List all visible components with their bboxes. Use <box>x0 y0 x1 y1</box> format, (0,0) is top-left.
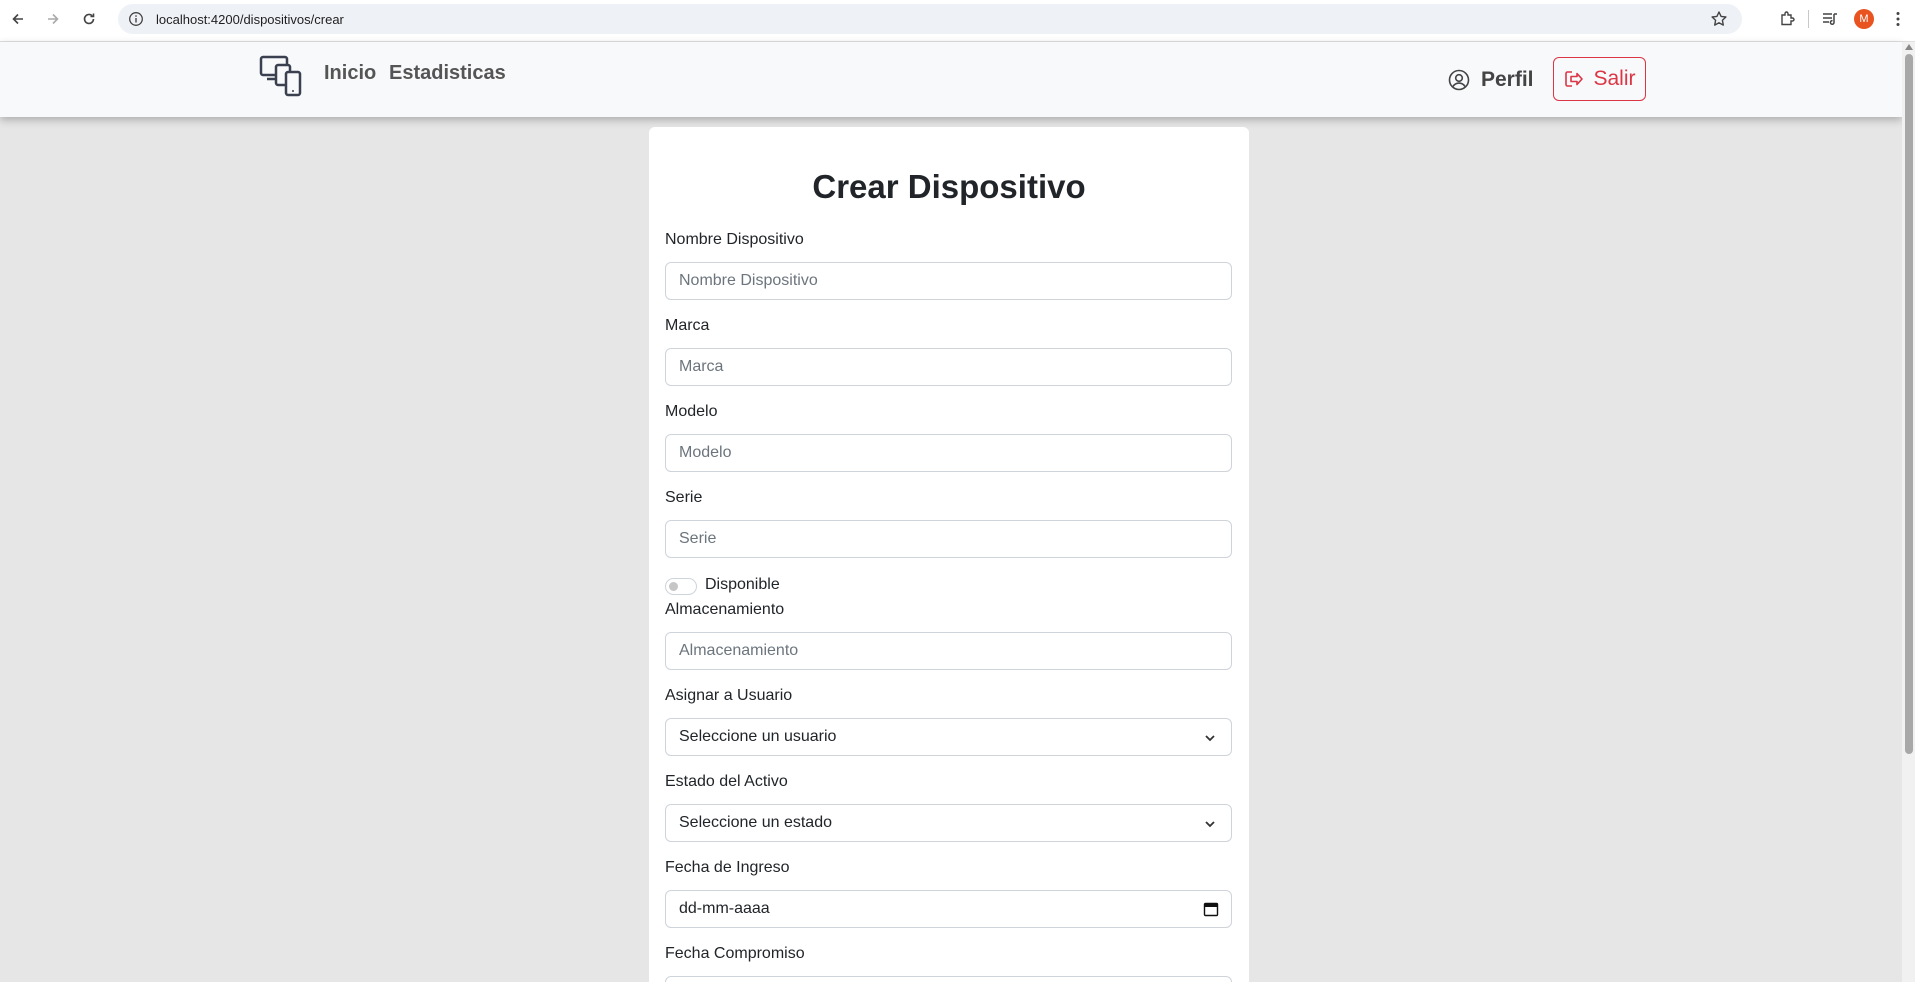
url-text: localhost:4200/dispositivos/crear <box>156 11 344 27</box>
estado-selected-value: Seleccione un estado <box>679 814 832 831</box>
disponible-label[interactable]: Disponible <box>705 576 780 594</box>
bookmark-star-icon[interactable] <box>1710 10 1728 28</box>
kebab-menu-icon <box>1896 12 1900 26</box>
fecha-ingreso-label: Fecha de Ingreso <box>665 859 790 876</box>
browser-toolbar: localhost:4200/dispositivos/crear M <box>0 0 1915 42</box>
salir-label: Salir <box>1593 67 1636 90</box>
reload-icon <box>83 13 95 25</box>
site-info-icon[interactable] <box>128 11 144 27</box>
extensions-button[interactable] <box>1770 4 1804 34</box>
perfil-link[interactable]: Perfil <box>1448 68 1534 92</box>
page-scrollbar[interactable] <box>1902 42 1915 982</box>
modelo-label: Modelo <box>665 403 718 420</box>
app-navbar: Inicio Estadisticas Perfil Salir <box>0 42 1902 117</box>
toolbar-separator <box>1808 10 1809 28</box>
nombre-dispositivo-input[interactable]: Nombre Dispositivo <box>665 262 1232 300</box>
browser-actions: M <box>1770 4 1915 34</box>
marca-placeholder: Marca <box>679 358 724 375</box>
modelo-input[interactable]: Modelo <box>665 434 1232 472</box>
serie-input[interactable]: Serie <box>665 520 1232 558</box>
almacenamiento-label: Almacenamiento <box>665 601 785 618</box>
fecha-ingreso-value: dd-mm-aaaa <box>679 900 770 917</box>
almacenamiento-placeholder: Almacenamiento <box>679 642 799 659</box>
arrow-right-icon <box>48 13 59 25</box>
user-circle-icon <box>1448 69 1470 91</box>
profile-avatar: M <box>1854 9 1874 29</box>
estado-select[interactable]: Seleccione un estado <box>665 804 1232 842</box>
nombre-placeholder: Nombre Dispositivo <box>679 272 818 289</box>
usuario-select[interactable]: Seleccione un usuario <box>665 718 1232 756</box>
browser-menu-button[interactable] <box>1881 4 1915 34</box>
playlist-icon <box>1823 13 1837 25</box>
back-button[interactable] <box>1 2 35 36</box>
chevron-down-icon <box>1205 821 1215 828</box>
calendar-icon[interactable] <box>1203 901 1219 917</box>
address-bar[interactable]: localhost:4200/dispositivos/crear <box>118 4 1742 34</box>
media-button[interactable] <box>1813 4 1847 34</box>
scroll-up-arrow-icon[interactable] <box>1905 44 1913 50</box>
chevron-down-icon <box>1205 735 1215 742</box>
nav-link-inicio[interactable]: Inicio <box>324 62 376 85</box>
devices-logo-icon[interactable] <box>259 54 303 98</box>
usuario-selected-value: Seleccione un usuario <box>679 728 837 745</box>
marca-label: Marca <box>665 317 710 334</box>
fecha-compromiso-input[interactable] <box>665 976 1232 982</box>
arrow-left-icon <box>12 13 23 25</box>
nav-link-estadisticas[interactable]: Estadisticas <box>389 62 506 85</box>
estado-label: Estado del Activo <box>665 773 788 790</box>
forward-button[interactable] <box>36 2 70 36</box>
crear-dispositivo-card: Crear Dispositivo Nombre Dispositivo Nom… <box>649 127 1249 982</box>
usuario-label: Asignar a Usuario <box>665 687 793 704</box>
almacenamiento-input[interactable]: Almacenamiento <box>665 632 1232 670</box>
puzzle-icon <box>1781 11 1795 26</box>
profile-button[interactable]: M <box>1847 4 1881 34</box>
modelo-placeholder: Modelo <box>679 444 732 461</box>
page-title: Crear Dispositivo <box>812 168 1086 205</box>
disponible-switch[interactable] <box>665 578 697 595</box>
fecha-compromiso-label: Fecha Compromiso <box>665 945 805 962</box>
fecha-ingreso-input[interactable]: dd-mm-aaaa <box>665 890 1232 928</box>
scrollbar-thumb[interactable] <box>1905 54 1913 754</box>
perfil-label: Perfil <box>1481 68 1534 91</box>
logout-icon <box>1565 71 1584 87</box>
switch-knob <box>669 582 678 591</box>
nombre-label: Nombre Dispositivo <box>665 231 804 248</box>
serie-placeholder: Serie <box>679 530 717 547</box>
marca-input[interactable]: Marca <box>665 348 1232 386</box>
serie-label: Serie <box>665 489 703 506</box>
reload-button[interactable] <box>72 2 106 36</box>
salir-button[interactable]: Salir <box>1553 57 1646 101</box>
